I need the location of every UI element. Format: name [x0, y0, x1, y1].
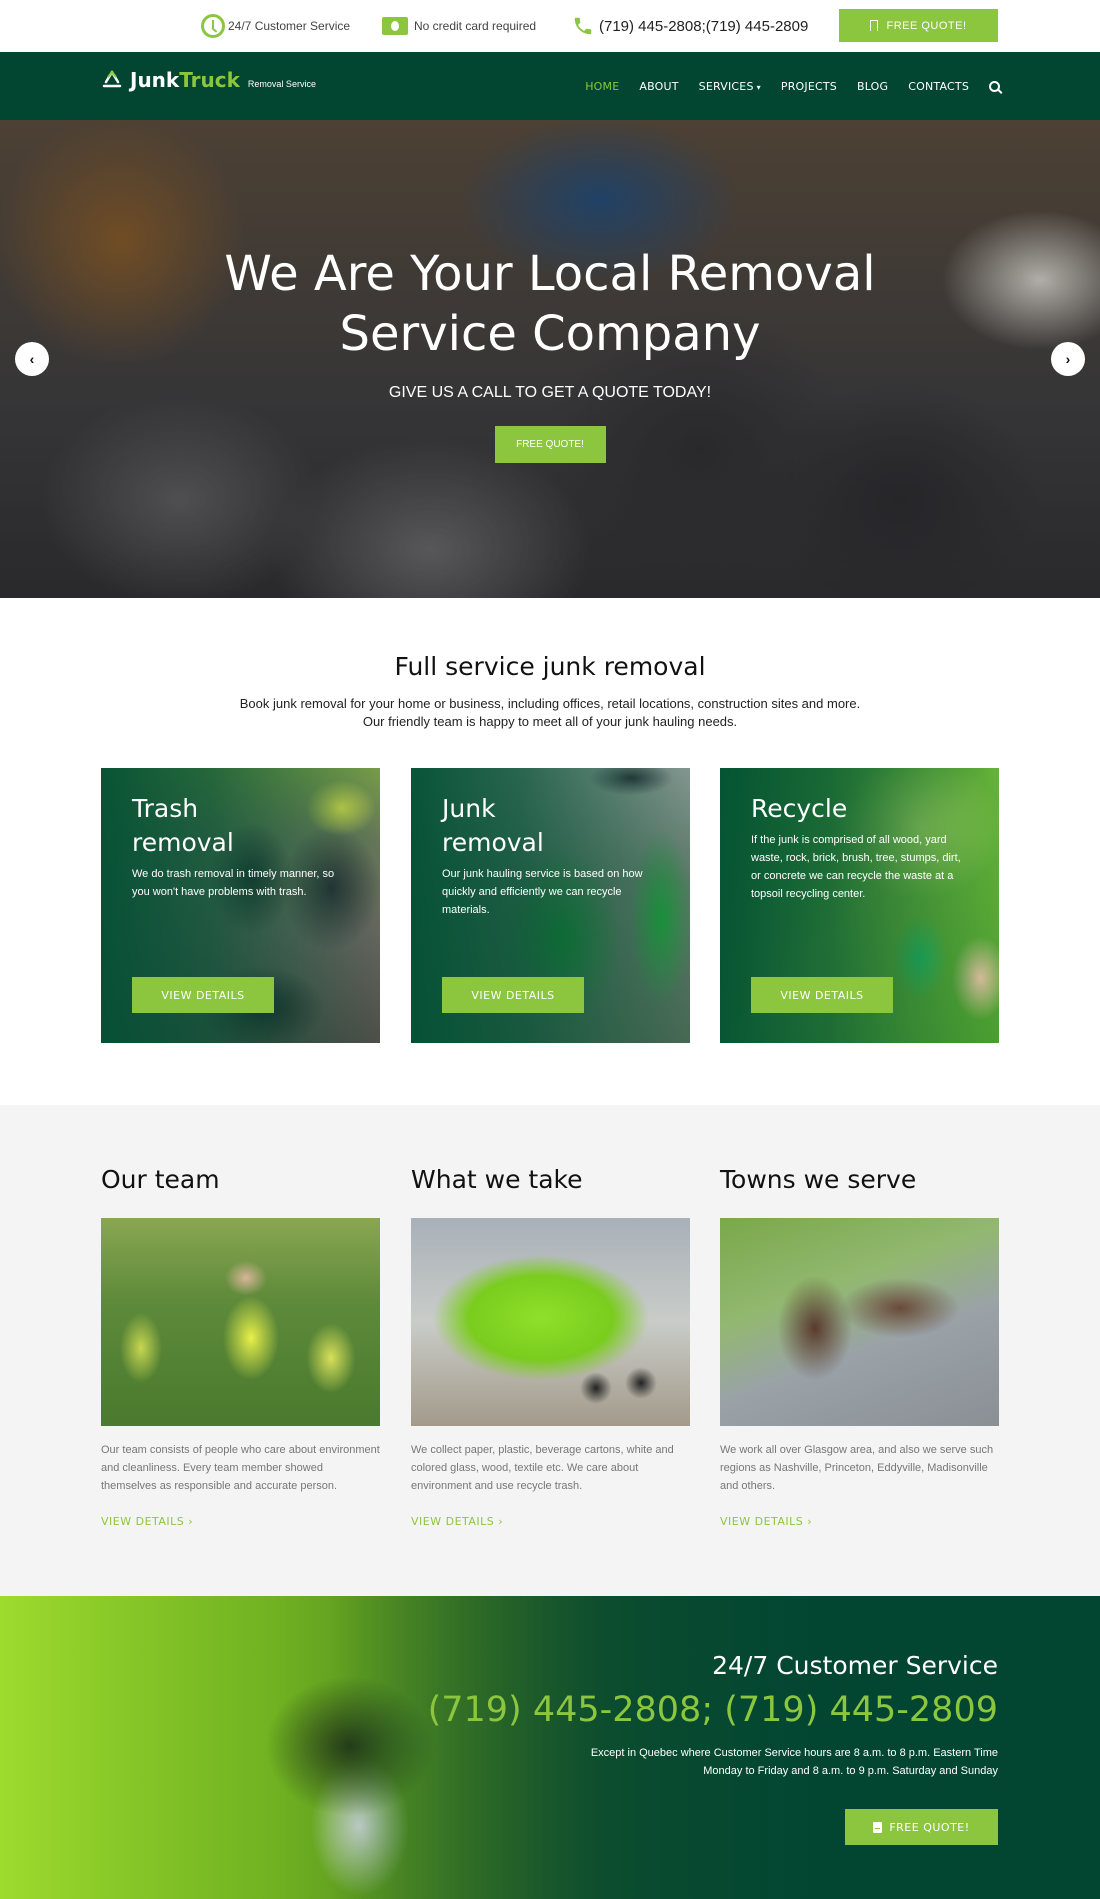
feature-text: We collect paper, plastic, beverage cart…	[411, 1444, 674, 1492]
money-icon	[382, 17, 408, 35]
search-icon[interactable]	[989, 80, 1000, 92]
cta-free-quote-button[interactable]: FREE QUOTE!	[845, 1809, 998, 1845]
recycle-view-details-button[interactable]: VIEW DETAILS	[751, 977, 893, 1013]
no-credit-card-info: No credit card required	[382, 0, 536, 52]
logo-subtitle: Removal Service	[247, 79, 316, 89]
cta-text: 24/7 Customer Service (719) 445-2808; (7…	[428, 1596, 998, 1780]
features-section: Our team Our team consists of people who…	[0, 1105, 1100, 1596]
chevron-down-icon: ▾	[756, 82, 761, 92]
intro-title: Full service junk removal	[394, 652, 706, 681]
chevron-right-icon: ›	[1065, 351, 1071, 367]
logo-text-junk: Junk	[130, 68, 180, 92]
hero-slider: ‹ › We Are Your Local Removal Service Co…	[0, 120, 1100, 598]
cta-hours-line2: Monday to Friday and 8 a.m. to 9 p.m. Sa…	[703, 1765, 998, 1777]
slider-prev-button[interactable]: ‹	[15, 342, 49, 376]
feature-our-team: Our team Our team consists of people who…	[101, 1105, 380, 1529]
top-bar: 24/7 Customer Service No credit card req…	[0, 0, 1100, 52]
intro-section: Full service junk removal Book junk remo…	[0, 598, 1100, 768]
service-card-title: Trash removal	[132, 794, 234, 857]
nav-item-about[interactable]: ABOUT	[639, 80, 678, 93]
service-card-title: Junk removal	[442, 794, 544, 857]
towns-view-details-link[interactable]: VIEW DETAILS ›	[720, 1515, 812, 1528]
top-phone-numbers[interactable]: (719) 445-2808;(719) 445-2809	[599, 18, 808, 35]
top-free-quote-button[interactable]: FREE QUOTE!	[839, 9, 998, 42]
junk-removal-view-details-button[interactable]: VIEW DETAILS	[442, 977, 584, 1013]
our-team-view-details-link[interactable]: VIEW DETAILS ›	[101, 1515, 193, 1528]
intro-text-line2: Our friendly team is happy to meet all o…	[362, 714, 738, 729]
top-free-quote-label: FREE QUOTE!	[886, 19, 967, 32]
nav-item-home[interactable]: HOME	[585, 80, 619, 93]
feature-title: Our team	[101, 1165, 220, 1194]
service-card-trash-removal: Trash removal We do trash removal in time…	[101, 768, 380, 1043]
chevron-right-icon: ›	[498, 1515, 504, 1528]
nav-item-contacts[interactable]: CONTACTS	[908, 80, 969, 93]
recycle-logo-icon	[102, 70, 122, 88]
customer-service-label: 24/7 Customer Service	[228, 19, 351, 33]
phone-info: (719) 445-2808;(719) 445-2809	[572, 0, 808, 52]
service-card-title: Recycle	[751, 794, 848, 823]
feature-what-we-take: What we take We collect paper, plastic, …	[411, 1105, 690, 1529]
service-card-text: Our junk hauling service is based on how…	[442, 868, 643, 916]
what-we-take-view-details-link[interactable]: VIEW DETAILS ›	[411, 1515, 503, 1528]
trash-removal-view-details-button[interactable]: VIEW DETAILS	[132, 977, 274, 1013]
nav-item-services[interactable]: SERVICES ▾	[699, 80, 761, 93]
feature-title: Towns we serve	[720, 1165, 917, 1194]
hero-content: We Are Your Local Removal Service Compan…	[0, 120, 1100, 463]
service-card-text: If the junk is comprised of all wood, ya…	[751, 834, 961, 900]
hero-title-line1: We Are Your Local Removal	[224, 246, 876, 302]
no-credit-card-label: No credit card required	[414, 19, 537, 33]
nav-item-services-label: SERVICES	[698, 79, 754, 93]
feature-title: What we take	[411, 1165, 583, 1194]
slider-next-button[interactable]: ›	[1051, 342, 1085, 376]
intro-text-line1: Book junk removal for your home or busin…	[239, 696, 861, 711]
feature-towns-we-serve: Towns we serve We work all over Glasgow …	[720, 1105, 999, 1529]
cta-title: 24/7 Customer Service	[712, 1651, 998, 1680]
hero-subtitle: GIVE US A CALL TO GET A QUOTE TODAY!	[388, 384, 712, 401]
hero-title: We Are Your Local Removal Service Compan…	[0, 244, 1100, 364]
service-card-recycle: Recycle If the junk is comprised of all …	[720, 768, 999, 1043]
garbage-truck-photo	[411, 1218, 690, 1426]
cta-phone-numbers[interactable]: (719) 445-2808; (719) 445-2809	[428, 1690, 998, 1730]
logo-text-truck: Truck	[179, 68, 240, 92]
trash-bins-street-photo	[720, 1218, 999, 1426]
bookmark-icon	[870, 20, 879, 32]
cta-free-quote-label: FREE QUOTE!	[889, 1820, 970, 1834]
customer-service-info: 24/7 Customer Service	[201, 0, 350, 52]
feature-text: We work all over Glasgow area, and also …	[720, 1444, 994, 1492]
document-icon	[873, 1821, 883, 1833]
customer-service-banner: 24/7 Customer Service (719) 445-2808; (7…	[0, 1596, 1100, 1899]
team-photo	[101, 1218, 380, 1426]
main-navigation: Junk Truck Removal Service HOME ABOUT SE…	[0, 52, 1100, 120]
logo[interactable]: Junk Truck Removal Service	[100, 68, 316, 92]
phone-icon	[574, 17, 592, 35]
service-card-junk-removal: Junk removal Our junk hauling service is …	[411, 768, 690, 1043]
chevron-right-icon: ›	[807, 1515, 813, 1528]
clock-icon	[201, 14, 225, 38]
nav-menu: HOME ABOUT SERVICES ▾ PROJECTS BLOG CONTA…	[585, 52, 1000, 120]
chevron-right-icon: ›	[188, 1515, 194, 1528]
nav-item-blog[interactable]: BLOG	[857, 80, 888, 93]
intro-text: Book junk removal for your home or busin…	[0, 695, 1100, 731]
service-card-text: We do trash removal in timely manner, so…	[132, 868, 335, 898]
cta-hours: Except in Quebec where Customer Service …	[428, 1744, 998, 1780]
feature-text: Our team consists of people who care abo…	[101, 1444, 380, 1492]
service-cards: Trash removal We do trash removal in time…	[0, 768, 1100, 1105]
hero-free-quote-button[interactable]: FREE QUOTE!	[494, 426, 606, 463]
cta-hours-line1: Except in Quebec where Customer Service …	[590, 1747, 998, 1759]
nav-item-projects[interactable]: PROJECTS	[781, 80, 837, 93]
hero-title-line2: Service Company	[339, 306, 761, 362]
chevron-left-icon: ‹	[29, 351, 35, 367]
